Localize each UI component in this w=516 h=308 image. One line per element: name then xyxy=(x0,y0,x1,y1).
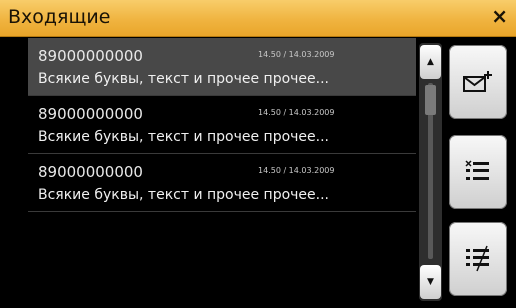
close-icon[interactable]: × xyxy=(491,5,508,27)
message-preview: Всякие буквы, текст и прочее прочее... xyxy=(38,71,330,87)
message-phone: 89000000000 xyxy=(38,105,143,123)
message-preview: Всякие буквы, текст и прочее прочее... xyxy=(38,129,330,145)
scroll-thumb[interactable] xyxy=(425,85,436,115)
list-mark-icon xyxy=(466,245,489,272)
inbox-window: Входящие × 89000000000 14.50 / 14.03.200… xyxy=(0,0,516,308)
message-list: 89000000000 14.50 / 14.03.2009 Всякие бу… xyxy=(28,38,416,304)
scroll-up-button[interactable]: ▲ xyxy=(420,45,441,79)
message-list-scrollbar[interactable]: ▲ ▼ xyxy=(419,43,442,301)
mark-list-button[interactable] xyxy=(449,222,507,296)
title-bar: Входящие × xyxy=(0,0,516,37)
message-item-3[interactable]: 89000000000 14.50 / 14.03.2009 Всякие бу… xyxy=(28,154,416,212)
message-item-2[interactable]: 89000000000 14.50 / 14.03.2009 Всякие бу… xyxy=(28,96,416,154)
arrow-down-icon: ▼ xyxy=(427,277,434,287)
message-preview: Всякие буквы, текст и прочее прочее... xyxy=(38,187,330,203)
message-phone: 89000000000 xyxy=(38,47,143,65)
message-phone: 89000000000 xyxy=(38,163,143,181)
message-datetime: 14.50 / 14.03.2009 xyxy=(258,166,335,175)
message-item-1[interactable]: 89000000000 14.50 / 14.03.2009 Всякие бу… xyxy=(28,38,416,96)
message-datetime: 14.50 / 14.03.2009 xyxy=(258,108,335,117)
new-message-button[interactable] xyxy=(449,45,507,119)
arrow-up-icon: ▲ xyxy=(427,57,434,67)
list-delete-icon xyxy=(465,160,489,180)
window-title: Входящие xyxy=(8,6,111,28)
scroll-down-button[interactable]: ▼ xyxy=(420,265,441,299)
delete-list-button[interactable] xyxy=(449,135,507,209)
message-datetime: 14.50 / 14.03.2009 xyxy=(258,50,335,59)
new-message-icon xyxy=(463,71,492,92)
